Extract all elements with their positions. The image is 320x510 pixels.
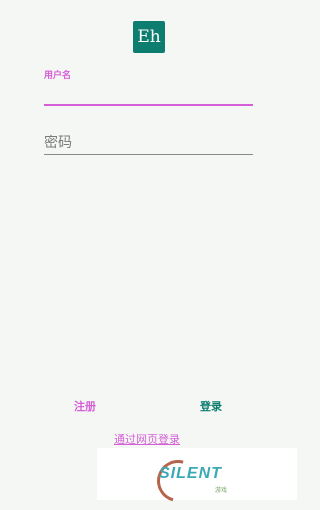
username-input[interactable]: [44, 82, 253, 106]
web-login-link[interactable]: 通过网页登录: [114, 431, 180, 447]
username-label: 用户名: [44, 71, 72, 81]
app-logo: Eh: [133, 21, 165, 53]
register-button[interactable]: 注册: [74, 398, 96, 414]
watermark-subtext: 游戏: [215, 487, 228, 494]
login-button[interactable]: 登录: [200, 398, 222, 414]
watermark-text: SILENT: [159, 465, 222, 482]
app-logo-text: Eh: [137, 27, 161, 47]
password-input[interactable]: [44, 132, 253, 155]
watermark: SILENT 游戏: [97, 448, 297, 510]
